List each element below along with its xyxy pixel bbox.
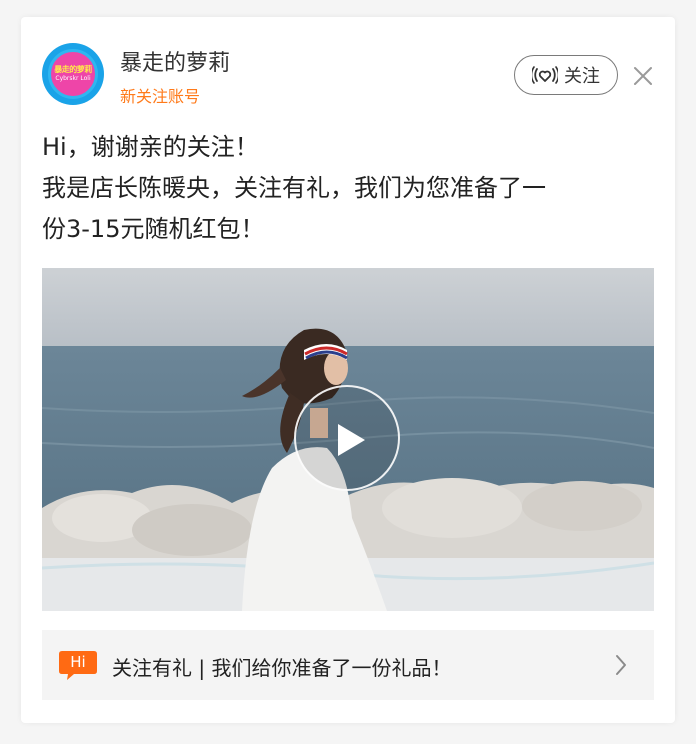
hi-badge-label: Hi — [70, 653, 86, 671]
play-icon — [338, 424, 365, 456]
video-player[interactable] — [42, 268, 654, 611]
heart-signal-icon — [530, 65, 560, 85]
follow-card: 暴走的萝莉 Cybrskr Loli 暴走的萝莉 新关注账号 关注 Hi，谢谢亲… — [21, 17, 675, 723]
message-line: 份3-15元随机红包！ — [42, 215, 265, 243]
avatar[interactable]: 暴走的萝莉 Cybrskr Loli — [42, 43, 104, 105]
follow-gift-banner[interactable]: Hi 关注有礼 | 我们给你准备了一份礼品！ — [42, 630, 654, 700]
avatar-ring — [48, 49, 98, 99]
follow-button-label: 关注 — [564, 66, 600, 87]
account-subtitle: 新关注账号 — [120, 87, 201, 106]
message-line: Hi，谢谢亲的关注！ — [42, 133, 259, 161]
avatar-logo-sub: Cybrskr Loli — [55, 75, 91, 82]
account-name[interactable]: 暴走的萝莉 — [120, 45, 230, 77]
welcome-message: Hi，谢谢亲的关注！ 我是店长陈暖央，关注有礼，我们为您准备了一 份3-15元随… — [42, 127, 662, 250]
message-line: 我是店长陈暖央，关注有礼，我们为您准备了一 — [42, 174, 546, 202]
follow-button[interactable]: 关注 — [514, 55, 618, 95]
chevron-right-icon — [614, 654, 628, 676]
avatar-logo-text: 暴走的萝莉 — [54, 65, 92, 74]
hi-badge-icon: Hi — [58, 649, 98, 681]
banner-text: 关注有礼 | 我们给你准备了一份礼品！ — [112, 656, 452, 680]
close-icon[interactable] — [632, 65, 654, 87]
play-button[interactable] — [294, 385, 400, 491]
